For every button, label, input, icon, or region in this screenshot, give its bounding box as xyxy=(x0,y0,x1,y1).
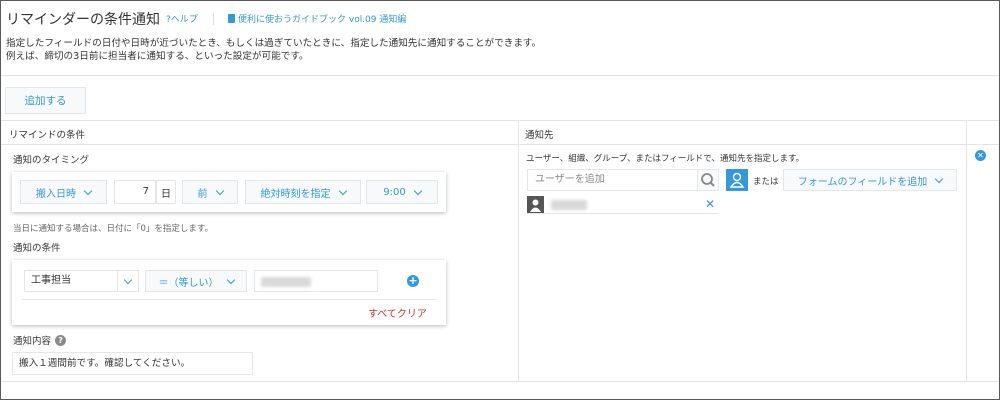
form-field-select[interactable]: フォームのフィールドを追加 xyxy=(783,169,957,191)
column-header-recipient: 通知先 xyxy=(525,130,554,141)
add-condition-icon[interactable]: + xyxy=(407,275,419,287)
timing-hint: 当日に通知する場合は、日付に「0」を指定します。 xyxy=(13,224,214,234)
chevron-down-icon xyxy=(413,186,422,195)
description-line-2: 例えば、締切の3日前に担当者に通知する、といった設定が可能です。 xyxy=(6,51,309,62)
timing-label: 通知のタイミング xyxy=(13,155,90,166)
user-select-icon xyxy=(729,172,745,188)
table-header-border xyxy=(1,144,999,145)
operator-value: ＝（等しい） xyxy=(158,277,219,289)
add-button[interactable]: 追加する xyxy=(5,87,86,114)
condition-value-input[interactable] xyxy=(254,270,378,292)
time-value: 9:00 xyxy=(383,186,406,198)
book-icon xyxy=(228,14,235,23)
time-select[interactable]: 9:00 xyxy=(366,180,438,204)
direction-select[interactable]: 前 xyxy=(182,180,238,204)
action-column-divider xyxy=(966,120,967,382)
selected-recipient: ✕ xyxy=(527,196,719,214)
operator-select[interactable]: ＝（等しい） xyxy=(145,270,247,292)
content-label: 通知内容 xyxy=(13,336,52,347)
column-divider xyxy=(518,120,519,382)
or-label: または xyxy=(753,177,779,187)
content-input[interactable]: 搬入１週間前です。確認してください。 xyxy=(12,352,253,375)
table-bottom-border xyxy=(1,381,999,382)
chevron-down-icon xyxy=(338,186,347,195)
guidebook-label: 便利に使おうガイドブック vol.09 通知編 xyxy=(238,15,407,25)
form-field-label: フォームのフィールドを追加 xyxy=(797,176,928,188)
redacted-recipient-name xyxy=(551,200,587,210)
help-circle-icon[interactable]: ? xyxy=(55,334,67,346)
condition-field-select[interactable]: 工事担当 xyxy=(24,270,118,292)
chevron-down-icon xyxy=(935,174,944,183)
page-description: 指定したフィールドの日付や日時が近づいたとき、もしくは過ぎていたときに、指定した… xyxy=(6,37,541,63)
page-title: リマインダーの条件通知 xyxy=(6,12,160,28)
condition-label: 通知の条件 xyxy=(13,243,61,254)
chevron-down-icon xyxy=(215,186,224,195)
user-search-input[interactable]: ユーザーを追加 xyxy=(527,169,698,191)
clear-all-link[interactable]: すべてクリア xyxy=(368,305,427,320)
content-label-row: 通知内容 ? xyxy=(13,333,67,347)
column-header-condition: リマインドの条件 xyxy=(9,130,86,141)
table-top-border xyxy=(1,120,999,121)
days-unit: 日 xyxy=(156,180,176,204)
redacted-user-name xyxy=(261,277,311,287)
delete-row-icon[interactable]: ✕ xyxy=(975,150,986,161)
chevron-down-icon xyxy=(226,275,235,284)
description-line-1: 指定したフィールドの日付や日時が近づいたとき、もしくは過ぎていたときに、指定した… xyxy=(6,38,542,49)
remove-icon[interactable]: ✕ xyxy=(705,196,715,213)
timing-field-select[interactable]: 搬入日時 xyxy=(20,180,107,204)
recipient-hint: ユーザー、組織、グループ、またはフィールドで、通知先を指定します。 xyxy=(526,154,805,164)
timing-field-value: 搬入日時 xyxy=(36,188,76,200)
condition-divider xyxy=(22,299,437,300)
help-link[interactable]: ?ヘルプ xyxy=(166,12,198,25)
direction-value: 前 xyxy=(197,188,208,200)
user-avatar-icon xyxy=(527,196,544,213)
guidebook-link[interactable]: 便利に使おうガイドブック vol.09 通知編 xyxy=(228,12,406,25)
header-divider xyxy=(1,75,999,76)
condition-field-dropdown[interactable] xyxy=(117,270,139,292)
header-separator xyxy=(213,13,214,25)
user-select-button[interactable] xyxy=(726,169,748,191)
search-icon xyxy=(701,173,715,187)
time-mode-select[interactable]: 絶対時刻を指定 xyxy=(245,180,361,204)
chevron-down-icon xyxy=(83,186,93,195)
time-mode-value: 絶対時刻を指定 xyxy=(260,188,331,200)
days-input[interactable]: 7 xyxy=(114,180,156,204)
search-button[interactable] xyxy=(697,169,719,191)
chevron-down-icon xyxy=(123,275,133,284)
